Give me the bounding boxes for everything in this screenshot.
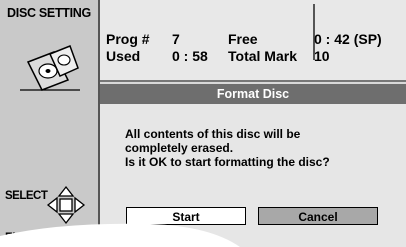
free-value: 0 : 42 (SP) bbox=[314, 31, 382, 47]
prog-label: Prog # bbox=[106, 31, 150, 47]
dialog-message-line: Is it OK to start formatting the disc? bbox=[125, 155, 330, 169]
used-value: 0 : 58 bbox=[172, 48, 208, 64]
used-label: Used bbox=[106, 48, 141, 64]
dialog-message: All contents of this disc will be comple… bbox=[125, 127, 385, 169]
cancel-button[interactable]: Cancel bbox=[258, 207, 378, 225]
total-mark-value: 10 bbox=[314, 48, 330, 64]
select-label: SELECT bbox=[5, 190, 48, 202]
dialog-message-line: completely erased. bbox=[125, 141, 234, 155]
enter-label: ENTER bbox=[5, 232, 42, 244]
prog-value: 7 bbox=[172, 31, 180, 47]
dpad-icon bbox=[46, 185, 86, 225]
dialog-message-line: All contents of this disc will be bbox=[125, 127, 301, 141]
start-button[interactable]: Start bbox=[126, 207, 246, 225]
sidebar: DISC SETTING SELECT ENTER bbox=[0, 0, 100, 247]
sidebar-title: DISC SETTING bbox=[7, 6, 91, 20]
tv-screen: DISC SETTING SELECT ENTER Prog # 7 Used … bbox=[0, 0, 406, 247]
disc-info-bar: Prog # 7 Used 0 : 58 Free 0 : 42 (SP) To… bbox=[100, 0, 406, 82]
discs-icon bbox=[20, 45, 80, 91]
total-mark-label: Total Mark bbox=[228, 48, 297, 64]
dialog-title: Format Disc bbox=[100, 84, 406, 104]
free-label: Free bbox=[228, 31, 258, 47]
